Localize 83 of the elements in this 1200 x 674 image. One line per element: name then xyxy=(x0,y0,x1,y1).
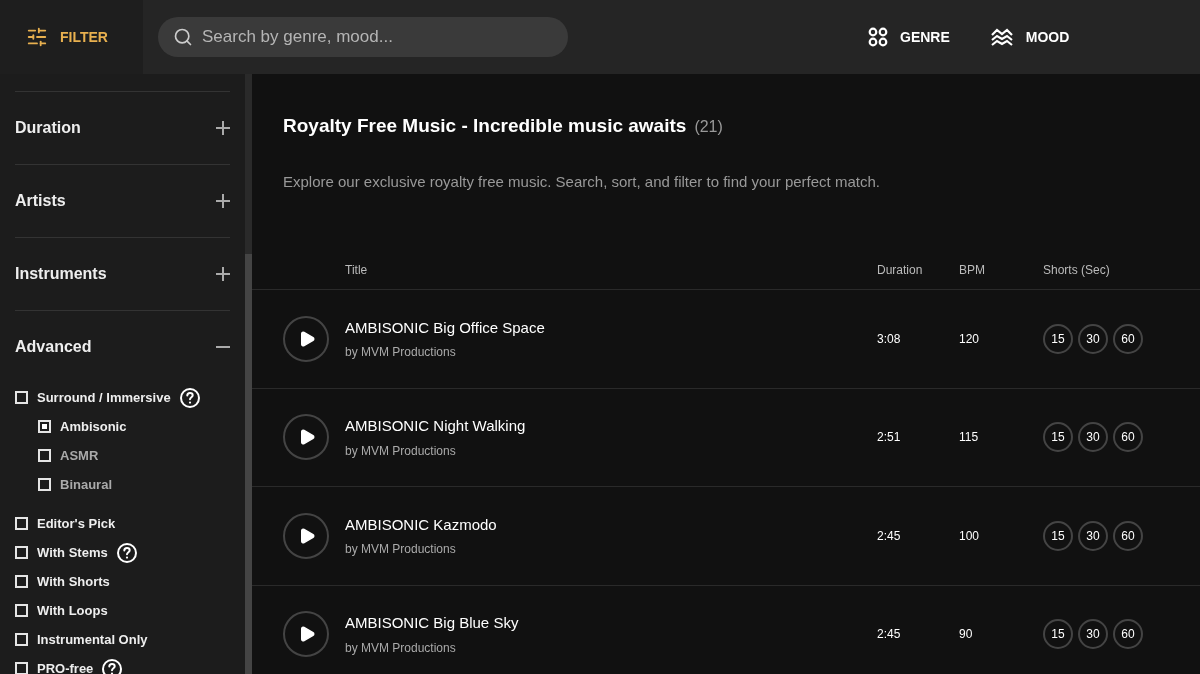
help-icon[interactable] xyxy=(102,658,123,674)
short-clip-button[interactable]: 15 xyxy=(1043,619,1073,650)
filter-label: Surround / Immersive xyxy=(37,388,171,407)
play-icon xyxy=(298,428,316,447)
waves-icon xyxy=(989,27,1014,47)
column-header: Title xyxy=(345,261,369,279)
filter-label: Ambisonic xyxy=(60,417,127,436)
track-artist[interactable]: by MVM Productions xyxy=(345,638,877,657)
play-button[interactable] xyxy=(283,414,329,461)
filter-button[interactable]: FILTER xyxy=(0,0,143,74)
checkbox[interactable] xyxy=(15,391,28,404)
filter-label: Binaural xyxy=(60,475,112,494)
play-button[interactable] xyxy=(283,611,329,658)
minus-icon xyxy=(216,346,230,348)
checkbox[interactable] xyxy=(15,662,28,674)
play-button[interactable] xyxy=(283,315,329,362)
track-title[interactable]: AMBISONIC Big Blue Sky xyxy=(345,612,877,635)
play-icon xyxy=(298,526,316,545)
checkbox[interactable] xyxy=(15,546,28,559)
plus-icon xyxy=(216,121,230,135)
help-icon[interactable] xyxy=(116,542,137,563)
track-title[interactable]: AMBISONIC Night Walking xyxy=(345,415,877,438)
checkbox[interactable] xyxy=(38,449,51,462)
accordion-header[interactable]: Advanced xyxy=(15,310,230,383)
nav-link[interactable]: GENRE xyxy=(868,26,950,48)
short-clip-button[interactable]: 60 xyxy=(1113,619,1143,650)
filter-label: With Stems xyxy=(37,543,108,562)
filter-label: ASMR xyxy=(60,446,99,465)
short-clip-button[interactable]: 30 xyxy=(1078,619,1108,650)
filter-label: With Loops xyxy=(37,601,108,620)
track-artist[interactable]: by MVM Productions xyxy=(345,343,877,361)
filter-label: Instrumental Only xyxy=(37,630,148,649)
bpm: 90 xyxy=(959,626,974,644)
column-header: BPM xyxy=(959,261,986,279)
page-title: Royalty Free Music - Incredible music awaits xyxy=(283,114,687,138)
filter-label: With Shorts xyxy=(37,572,110,591)
short-clip-button[interactable]: 30 xyxy=(1078,422,1108,453)
short-clip-button[interactable]: 30 xyxy=(1078,323,1108,354)
result-count: (21) xyxy=(694,117,723,137)
sliders-icon xyxy=(26,26,48,48)
track-title[interactable]: AMBISONIC Big Office Space xyxy=(345,316,877,339)
scrollbar-thumb[interactable] xyxy=(245,254,252,674)
bpm: 100 xyxy=(959,527,981,545)
accordion-header[interactable]: Instruments xyxy=(15,237,230,310)
checkbox[interactable] xyxy=(15,575,28,588)
plus-icon xyxy=(216,267,230,281)
track-artist[interactable]: by MVM Productions xyxy=(345,540,877,558)
page-description: Explore our exclusive royalty free music. Search, sort, and filter to find your perfect match. xyxy=(283,171,881,192)
plus-icon xyxy=(216,194,230,208)
short-clip-button[interactable]: 15 xyxy=(1043,520,1073,551)
short-clip-button[interactable]: 60 xyxy=(1113,422,1143,453)
duration: 2:45 xyxy=(877,626,902,644)
duration: 3:08 xyxy=(877,330,902,348)
short-clip-button[interactable]: 15 xyxy=(1043,422,1073,453)
play-button[interactable] xyxy=(283,512,329,559)
checkbox[interactable] xyxy=(15,517,28,530)
bpm: 120 xyxy=(959,330,981,348)
help-icon[interactable] xyxy=(179,387,200,408)
filter-label: Editor's Pick xyxy=(37,514,116,533)
column-header: Duration xyxy=(877,261,924,279)
checkbox[interactable] xyxy=(38,478,51,491)
checkbox[interactable] xyxy=(38,420,51,433)
play-icon xyxy=(298,329,316,348)
filter-label: PRO-free xyxy=(37,659,94,674)
play-icon xyxy=(298,625,316,644)
short-clip-button[interactable]: 60 xyxy=(1113,323,1143,354)
checkbox[interactable] xyxy=(15,633,28,646)
bpm: 115 xyxy=(959,429,980,447)
short-clip-button[interactable]: 60 xyxy=(1113,520,1143,551)
track-artist[interactable]: by MVM Productions xyxy=(345,441,877,460)
nav-link[interactable]: MOOD xyxy=(989,26,1070,48)
short-clip-button[interactable]: 30 xyxy=(1078,520,1108,551)
accordion-header[interactable]: Duration xyxy=(15,91,230,164)
checkbox[interactable] xyxy=(15,604,28,617)
duration: 2:45 xyxy=(877,527,902,545)
duration: 2:51 xyxy=(877,429,902,447)
track-title[interactable]: AMBISONIC Kazmodo xyxy=(345,513,877,536)
search-icon xyxy=(173,27,193,47)
search-field[interactable]: Search by genre, mood... xyxy=(158,17,568,57)
accordion-header[interactable]: Artists xyxy=(15,164,230,237)
column-header: Shorts (Sec) xyxy=(1043,261,1110,279)
short-clip-button[interactable]: 15 xyxy=(1043,323,1073,354)
grid-icon xyxy=(868,27,888,47)
